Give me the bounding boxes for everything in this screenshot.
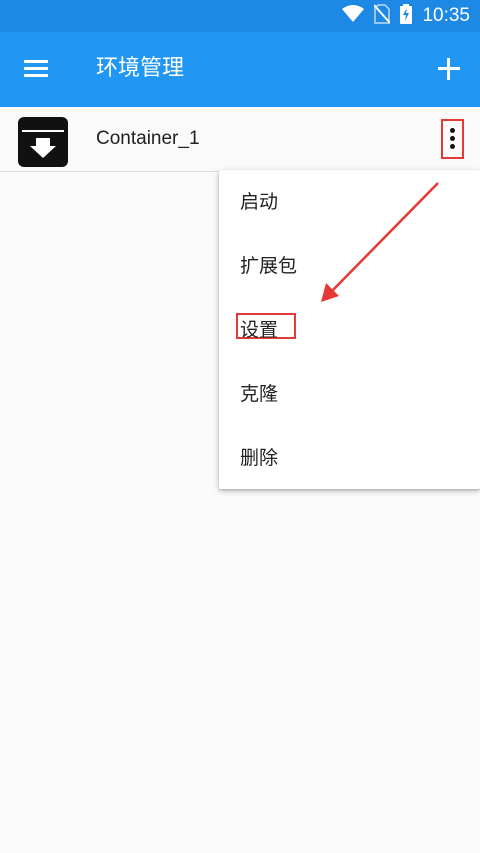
status-bar: 10:35 [0,0,480,32]
add-icon[interactable] [434,54,464,84]
menu-item-label: 启动 [240,191,279,213]
battery-charging-icon [400,4,413,28]
page-title: 环境管理 [96,56,185,81]
menu-item-settings[interactable]: 设置 [219,298,480,362]
menu-item-label: 设置 [240,319,279,341]
menu-item-start[interactable]: 启动 [219,170,480,234]
menu-item-label: 克隆 [240,383,279,405]
menu-icon[interactable] [22,54,52,84]
wifi-icon [342,5,365,27]
menu-item-extensions[interactable]: 扩展包 [219,234,480,298]
no-sim-icon [373,4,392,28]
app-bar: 环境管理 [0,32,480,107]
menu-item-label: 扩展包 [240,255,298,277]
menu-item-delete[interactable]: 删除 [219,426,480,490]
container-name: Container_1 [96,128,200,149]
menu-item-clone[interactable]: 克隆 [219,362,480,426]
more-vert-icon[interactable] [441,119,464,159]
archive-download-icon [18,117,68,167]
menu-item-label: 删除 [240,447,279,469]
popup-menu: 启动 扩展包 设置 克隆 删除 [219,170,480,489]
status-time: 10:35 [422,5,470,26]
container-row[interactable]: Container_1 [0,107,480,172]
